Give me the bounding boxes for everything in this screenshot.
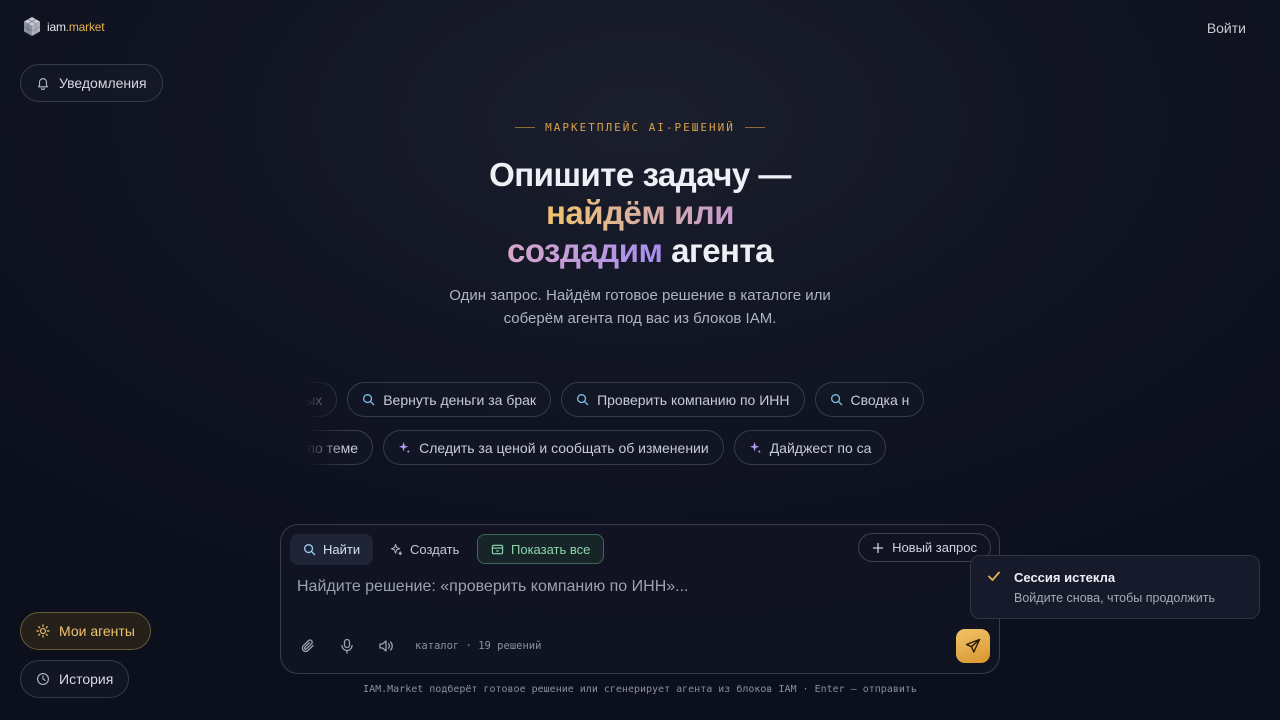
toast-description: Войдите снова, чтобы продолжить — [1014, 591, 1215, 605]
check-icon — [988, 571, 1000, 581]
send-button[interactable] — [956, 629, 990, 663]
sun-icon — [36, 624, 50, 638]
logo-cube-icon — [23, 17, 41, 36]
send-icon — [965, 638, 981, 653]
suggestion-chip[interactable]: сводка новостей по теме — [305, 430, 374, 465]
notifications-label: Уведомления — [59, 75, 147, 91]
eyebrow: МАРКЕТПЛЕЙС AI-РЕШЕНИЙ — [0, 121, 1280, 134]
search-icon — [577, 394, 589, 406]
composer-hint: IAM.Market подберёт готовое решение или … — [363, 684, 917, 695]
logo[interactable]: iam.market — [22, 16, 105, 38]
sparkle-icon — [390, 543, 403, 556]
speaker-icon — [379, 640, 393, 652]
speaker-button[interactable] — [378, 638, 396, 656]
notifications-button[interactable]: Уведомления — [20, 64, 163, 102]
toast-title: Сессия истекла — [1014, 570, 1116, 585]
composer: Найти Создать Показать все Новый запрос … — [280, 524, 1000, 674]
eyebrow-line-right — [744, 127, 765, 128]
my-agents-label: Мои агенты — [59, 623, 135, 639]
title-line-2: найдём или — [546, 194, 735, 231]
new-request-button[interactable]: Новый запрос — [858, 533, 991, 562]
tab-find[interactable]: Найти — [290, 534, 374, 565]
sparkle-icon — [749, 441, 761, 454]
sparkle-icon — [399, 441, 411, 454]
suggestion-chip[interactable]: Сводка н — [814, 382, 925, 417]
attach-button[interactable] — [300, 638, 318, 656]
suggestion-chip[interactable]: Дайджест по са — [733, 430, 887, 465]
search-icon — [830, 394, 842, 406]
title-line-3: создадим агента — [506, 232, 774, 269]
subtitle: Один запрос. Найдём готовое решение в ка… — [449, 287, 831, 327]
show-all-button[interactable]: Показать все — [477, 534, 605, 564]
suggestion-chip[interactable]: Следить за ценой и сообщать об изменении — [383, 430, 724, 465]
suggestion-chip[interactable]: Вернуть деньги за брак — [347, 382, 552, 417]
logo-text: iam.market — [47, 20, 105, 34]
suggestions-row-create: сводка новостей по теме Следить за ценой… — [305, 430, 975, 466]
suggestion-chip[interactable]: Проверить компанию по ИНН — [561, 382, 805, 417]
page-title: Опишите задачу — найдём или создадим аге… — [0, 156, 1280, 270]
catalog-info: каталог · 19 решений — [415, 640, 542, 652]
title-line-1: Опишите задачу — — [489, 156, 791, 193]
search-input[interactable] — [297, 578, 957, 596]
login-link[interactable]: Войти — [1207, 20, 1246, 36]
catalog-icon — [491, 544, 504, 554]
plus-icon — [872, 542, 884, 553]
bell-icon — [37, 78, 49, 90]
search-icon — [304, 544, 316, 556]
microphone-icon — [341, 638, 353, 654]
paperclip-icon — [301, 639, 314, 653]
search-icon — [363, 394, 375, 406]
session-toast: Сессия истекла Войдите снова, чтобы прод… — [970, 555, 1260, 619]
eyebrow-line-left — [515, 127, 536, 128]
suggestion-chip[interactable]: на выходных — [305, 382, 338, 417]
suggestions-row-find: на выходных Вернуть деньги за брак Прове… — [305, 382, 975, 418]
my-agents-button[interactable]: Мои агенты — [20, 612, 151, 650]
microphone-button[interactable] — [339, 638, 357, 656]
tab-create[interactable]: Создать — [377, 534, 472, 565]
eyebrow-text: МАРКЕТПЛЕЙС AI-РЕШЕНИЙ — [545, 121, 735, 134]
